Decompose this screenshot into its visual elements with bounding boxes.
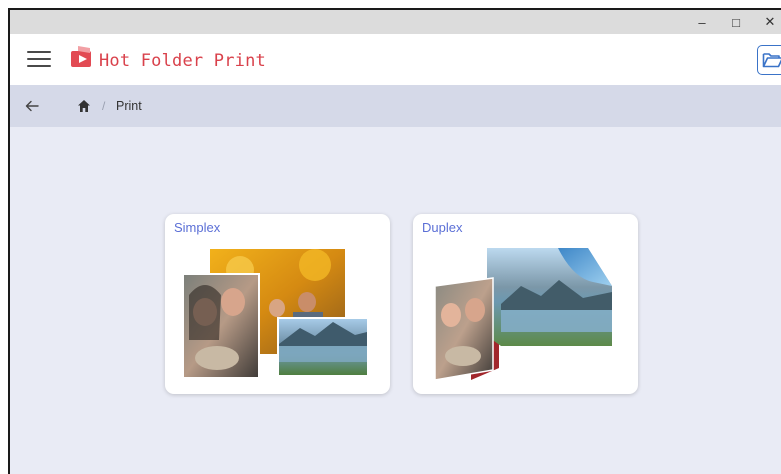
back-button[interactable] [22, 96, 42, 116]
breadcrumb: / Print [10, 85, 781, 127]
open-folder-button[interactable] [757, 45, 781, 75]
arrow-left-icon [25, 100, 39, 112]
app-bar: Hot Folder Print [10, 34, 781, 85]
simplex-card[interactable]: Simplex [165, 214, 390, 394]
app-logo-icon [71, 46, 91, 67]
folded-photo-image [434, 248, 612, 381]
close-button[interactable]: ✕ [753, 10, 781, 34]
app-title: Hot Folder Print [99, 51, 266, 71]
open-folder-icon [762, 53, 781, 68]
breadcrumb-separator: / [102, 99, 106, 113]
maximize-button[interactable]: □ [719, 10, 753, 34]
app-window: – □ ✕ Hot Folder Print / Print Simplex D… [8, 8, 781, 474]
home-icon[interactable] [77, 99, 91, 113]
duplex-card[interactable]: Duplex [413, 214, 638, 394]
title-bar: – □ ✕ [10, 10, 781, 34]
simplex-label: Simplex [174, 220, 221, 235]
photo-stack-image [182, 247, 369, 379]
hamburger-menu-icon[interactable] [27, 49, 51, 69]
duplex-label: Duplex [422, 220, 463, 235]
minimize-button[interactable]: – [685, 10, 719, 34]
breadcrumb-current: Print [116, 99, 142, 113]
